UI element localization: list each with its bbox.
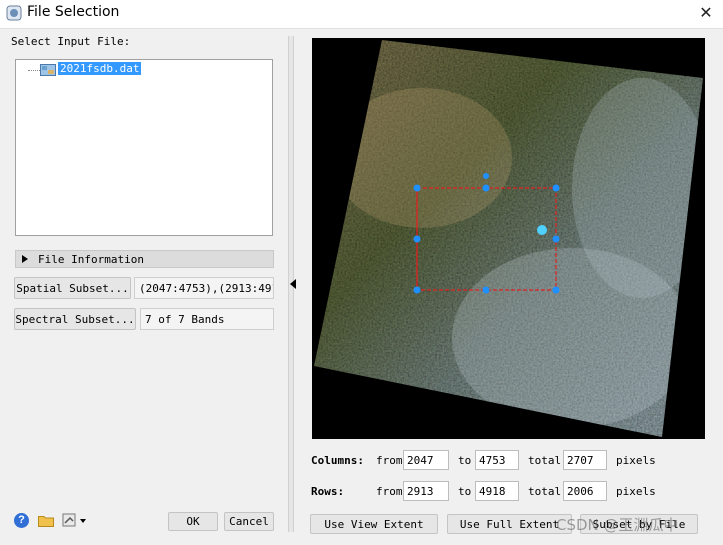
- folder-icon[interactable]: [38, 514, 54, 527]
- image-file-icon: [40, 64, 56, 76]
- rows-unit: pixels: [616, 485, 656, 498]
- title-bar: File Selection ✕: [0, 0, 723, 28]
- preview-canvas: [314, 40, 703, 437]
- expand-arrow-icon: [22, 255, 28, 263]
- use-view-extent-button[interactable]: Use View Extent: [310, 514, 438, 534]
- rows-total-label: total: [528, 485, 562, 498]
- select-input-file-label: Select Input File:: [11, 35, 131, 48]
- spectral-subset-value: 7 of 7 Bands: [140, 308, 274, 330]
- use-full-extent-button[interactable]: Use Full Extent: [447, 514, 572, 534]
- rows-label: Rows:: [311, 485, 345, 498]
- columns-label: Columns:: [311, 454, 364, 467]
- spatial-subset-value: (2047:4753),(2913:4918): [134, 277, 274, 299]
- columns-to-label: to: [458, 454, 472, 467]
- cancel-button[interactable]: Cancel: [224, 512, 274, 531]
- file-information-toggle[interactable]: File Information: [15, 250, 274, 268]
- rows-total-input[interactable]: 2006: [563, 481, 607, 501]
- spectral-subset-button[interactable]: Spectral Subset...: [14, 308, 136, 330]
- spatial-subset-button[interactable]: Spatial Subset...: [14, 277, 131, 299]
- watermark-text: CSDN @玉淵瓜中: [556, 516, 679, 534]
- app-icon: [6, 5, 22, 21]
- columns-unit: pixels: [616, 454, 656, 467]
- columns-from-input[interactable]: 2047: [403, 450, 449, 470]
- close-button[interactable]: ✕: [689, 0, 723, 28]
- file-information-label: File Information: [38, 252, 144, 266]
- window-title: File Selection: [27, 4, 120, 20]
- rows-to-label: to: [458, 485, 472, 498]
- help-icon[interactable]: ?: [14, 513, 29, 528]
- collapse-arrow-icon[interactable]: [290, 279, 296, 289]
- columns-from-label: from: [376, 454, 403, 467]
- tools-dropdown-icon[interactable]: [62, 512, 88, 528]
- rows-from-label: from: [376, 485, 403, 498]
- file-tree[interactable]: 2021fsdb.dat: [15, 59, 273, 236]
- image-preview[interactable]: [312, 38, 705, 439]
- columns-to-input[interactable]: 4753: [475, 450, 519, 470]
- file-item-2021fsdb[interactable]: 2021fsdb.dat: [58, 62, 142, 75]
- columns-total-input[interactable]: 2707: [563, 450, 607, 470]
- columns-total-label: total: [528, 454, 562, 467]
- satellite-image: [314, 40, 703, 437]
- rows-from-input[interactable]: 2913: [403, 481, 449, 501]
- ok-button[interactable]: OK: [168, 512, 218, 531]
- rows-to-input[interactable]: 4918: [475, 481, 519, 501]
